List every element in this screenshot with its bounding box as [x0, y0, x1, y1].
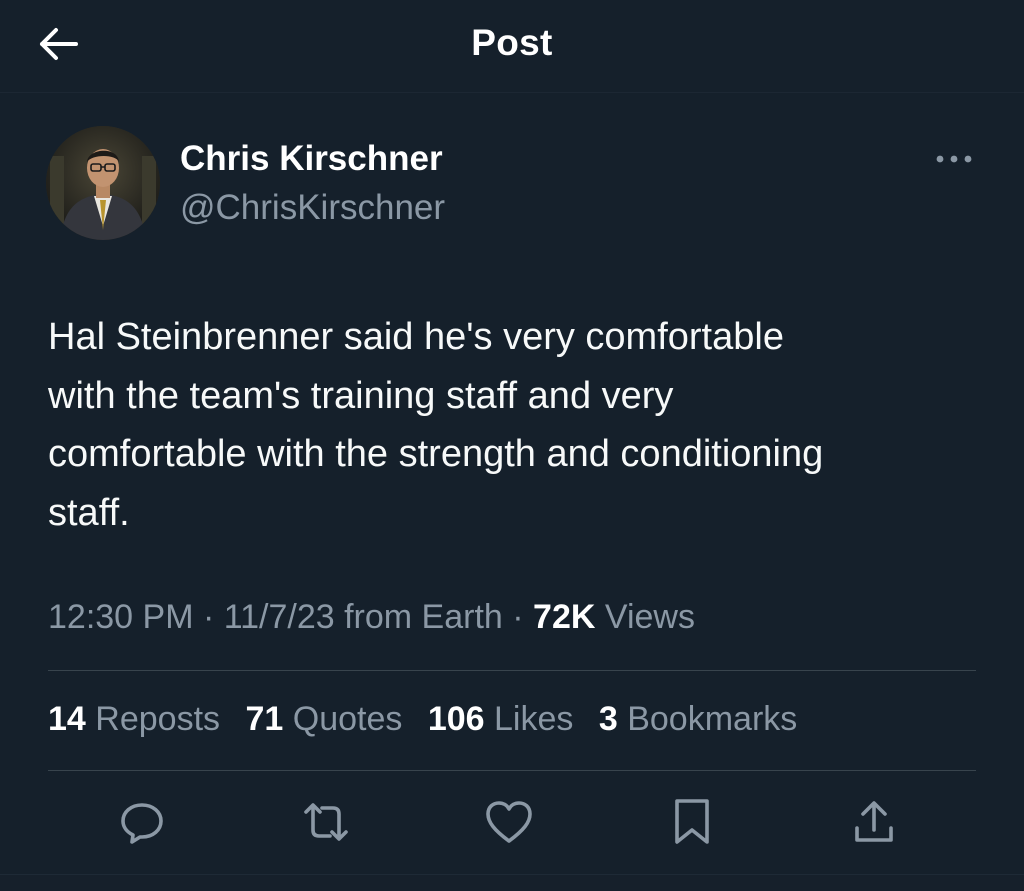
- repost-button[interactable]: [294, 792, 358, 856]
- reposts-stat[interactable]: 14 Reposts: [48, 700, 220, 738]
- post-time[interactable]: 12:30 PM: [48, 598, 194, 636]
- views-count[interactable]: 72K: [533, 598, 595, 636]
- engagement-stats: 14 Reposts 71 Quotes 106 Likes 3 Bookmar…: [48, 700, 813, 739]
- reply-button[interactable]: [110, 792, 174, 856]
- meta-separator: ·: [502, 598, 534, 636]
- post-text: Hal Steinbrenner said he's very comforta…: [48, 308, 988, 542]
- bookmarks-count: 3: [598, 700, 618, 738]
- post-page: Post Chris Kirschner @ChrisKirschner Hal…: [0, 0, 1024, 891]
- quotes-count: 71: [245, 700, 284, 738]
- post-text-line: with the team's training staff and very: [48, 374, 674, 417]
- divider: [48, 670, 976, 671]
- post-date-source[interactable]: 11/7/23 from Earth: [224, 598, 503, 636]
- reposts-count: 14: [48, 700, 86, 738]
- meta-separator: ·: [193, 598, 224, 636]
- top-bar: Post: [0, 0, 1024, 93]
- share-icon: [851, 798, 897, 851]
- author-handle[interactable]: @ChrisKirschner: [180, 188, 445, 228]
- more-horizontal-icon: [934, 151, 974, 169]
- views-label[interactable]: Views: [605, 598, 695, 636]
- post-text-line: comfortable with the strength and condit…: [48, 433, 824, 475]
- avatar[interactable]: [46, 126, 160, 240]
- divider: [48, 770, 976, 771]
- bottom-edge: [0, 874, 1024, 891]
- bookmarks-label: Bookmarks: [627, 700, 798, 738]
- post-text-line: Hal Steinbrenner said he's very comforta…: [48, 316, 784, 358]
- reposts-label: Reposts: [95, 700, 221, 738]
- bookmark-icon: [672, 797, 712, 852]
- action-bar: [0, 792, 1024, 864]
- bookmarks-stat[interactable]: 3 Bookmarks: [599, 700, 797, 738]
- share-button[interactable]: [842, 792, 906, 856]
- likes-label: Likes: [494, 700, 574, 738]
- repost-icon: [300, 798, 352, 851]
- quotes-label: Quotes: [292, 700, 403, 738]
- reply-icon: [118, 798, 166, 851]
- more-options-button[interactable]: [926, 140, 982, 180]
- post-text-line: staff.: [48, 491, 130, 534]
- page-title: Post: [471, 22, 553, 63]
- like-button[interactable]: [477, 792, 541, 856]
- author-name[interactable]: Chris Kirschner: [180, 139, 443, 179]
- likes-count: 106: [427, 700, 485, 738]
- post-meta: 12:30 PM · 11/7/23 from Earth · 72K View…: [48, 598, 695, 637]
- likes-stat[interactable]: 106 Likes: [428, 700, 574, 738]
- quotes-stat[interactable]: 71 Quotes: [245, 700, 402, 738]
- bookmark-button[interactable]: [660, 792, 724, 856]
- heart-icon: [484, 799, 534, 850]
